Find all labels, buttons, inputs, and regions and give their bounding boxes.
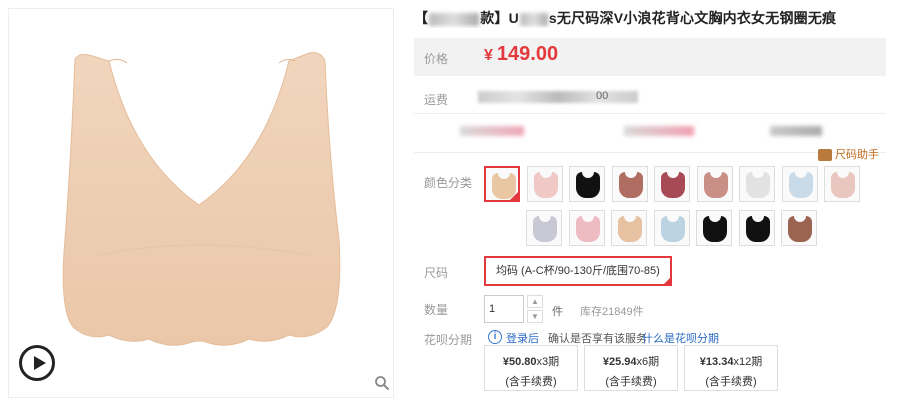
- color-swatch-thumbnail: [492, 171, 516, 199]
- color-swatch-14[interactable]: [696, 210, 732, 246]
- color-swatch-4[interactable]: [611, 166, 648, 202]
- quantity-increase-button[interactable]: ▲: [527, 295, 543, 308]
- color-swatch-7[interactable]: [739, 166, 775, 202]
- color-swatch-5[interactable]: [654, 166, 690, 202]
- zoom-icon[interactable]: [374, 375, 390, 391]
- price-value: ¥149.00: [484, 43, 558, 66]
- promo-blur-2: [624, 126, 694, 136]
- color-swatch-thumbnail: [618, 170, 643, 198]
- quantity-decrease-button[interactable]: ▼: [527, 310, 543, 323]
- plan-amount: ¥13.34: [699, 356, 734, 368]
- color-swatch-8[interactable]: [781, 166, 818, 202]
- stock-count: 库存21849件: [580, 306, 644, 318]
- size-label: 尺码: [424, 266, 449, 280]
- color-swatch-13[interactable]: [653, 210, 690, 246]
- color-swatch-9[interactable]: [824, 166, 860, 202]
- promo-blur-3: [770, 126, 822, 136]
- color-swatch-thumbnail: [618, 214, 642, 242]
- installment-plan-6[interactable]: ¥25.94x6期 (含手续费): [584, 345, 678, 391]
- color-swatch-thumbnail: [703, 214, 727, 242]
- color-swatch-thumbnail: [788, 170, 813, 198]
- title-blur-2: [519, 12, 548, 26]
- size-option-selected[interactable]: 均码 (A-C杯/90-130斤/底围70-85): [484, 256, 672, 286]
- installment-label: 花呗分期: [424, 333, 473, 347]
- installment-note: 确认是否享有该服务: [548, 333, 647, 345]
- size-helper-icon: [818, 149, 832, 162]
- title-bracket-end: 款】U: [480, 10, 519, 26]
- color-swatch-thumbnail: [575, 214, 600, 242]
- color-swatch-10[interactable]: [526, 210, 562, 246]
- color-swatch-thumbnail: [788, 214, 812, 242]
- login-link[interactable]: 登录后: [506, 330, 539, 346]
- color-swatch-thumbnail: [576, 170, 600, 198]
- price-box: 价格 ¥149.00: [414, 38, 886, 76]
- promo-blur-1: [460, 126, 524, 136]
- color-swatch-thumbnail: [746, 170, 770, 198]
- quantity-input[interactable]: [484, 295, 524, 323]
- color-swatch-thumbnail: [533, 214, 557, 242]
- color-swatch-6[interactable]: [696, 166, 733, 202]
- color-swatch-12[interactable]: [611, 210, 647, 246]
- title-prefix: 【: [414, 10, 429, 26]
- plan-fee: (含手续费): [705, 376, 757, 388]
- title-suffix: s无尺码深V小浪花背心文胸内衣女无钢圈无痕: [548, 10, 837, 26]
- color-label: 颜色分类: [424, 176, 473, 190]
- size-helper-link[interactable]: 尺码助手: [818, 146, 879, 162]
- play-video-button[interactable]: [19, 345, 55, 381]
- color-swatch-3[interactable]: [569, 166, 605, 202]
- color-swatch-1[interactable]: [484, 166, 520, 202]
- plan-amount: ¥50.80: [502, 356, 537, 368]
- size-helper-label: 尺码助手: [835, 149, 879, 161]
- price-amount: 149.00: [496, 43, 559, 65]
- what-is-installment-link[interactable]: 什么是花呗分期: [642, 330, 719, 346]
- color-swatch-thumbnail: [533, 170, 558, 198]
- plan-amount-line: ¥25.94x6期: [585, 353, 677, 369]
- color-swatch-thumbnail: [703, 170, 728, 198]
- installment-plan-3[interactable]: ¥50.80x3期 (含手续费): [484, 345, 578, 391]
- quantity-label: 数量: [424, 303, 449, 317]
- plan-fee: (含手续费): [605, 376, 657, 388]
- installment-plan-12[interactable]: ¥13.34x12期 (含手续费): [684, 345, 778, 391]
- plan-periods: x3期: [536, 356, 560, 368]
- quantity-unit: 件: [552, 306, 563, 318]
- color-swatch-thumbnail: [745, 214, 770, 242]
- plan-amount: ¥25.94: [602, 356, 637, 368]
- title-blur: [429, 12, 480, 26]
- product-image: [62, 52, 341, 346]
- color-swatch-2[interactable]: [526, 166, 563, 202]
- color-swatch-11[interactable]: [568, 210, 605, 246]
- product-image-panel: [8, 8, 394, 398]
- color-swatch-thumbnail: [661, 170, 685, 198]
- product-title: 【 款】U s无尺码深V小浪花背心文胸内衣女无钢圈无痕: [414, 8, 886, 28]
- color-swatch-thumbnail: [660, 214, 685, 242]
- plan-periods: x6期: [636, 356, 660, 368]
- divider: [414, 113, 886, 114]
- color-swatch-15[interactable]: [738, 210, 775, 246]
- plan-amount-line: ¥50.80x3期: [485, 353, 577, 369]
- price-label: 价格: [424, 52, 449, 66]
- plan-periods: x12期: [733, 356, 763, 368]
- plan-fee: (含手续费): [505, 376, 557, 388]
- currency-symbol: ¥: [484, 47, 493, 64]
- info-icon: i: [488, 330, 502, 344]
- shipping-text: 00: [596, 90, 609, 102]
- color-swatch-thumbnail: [831, 170, 855, 198]
- plan-amount-line: ¥13.34x12期: [685, 353, 777, 369]
- color-swatch-16[interactable]: [781, 210, 817, 246]
- shipping-label: 运费: [424, 93, 449, 107]
- shipping-blur: [478, 91, 638, 103]
- divider: [414, 152, 886, 153]
